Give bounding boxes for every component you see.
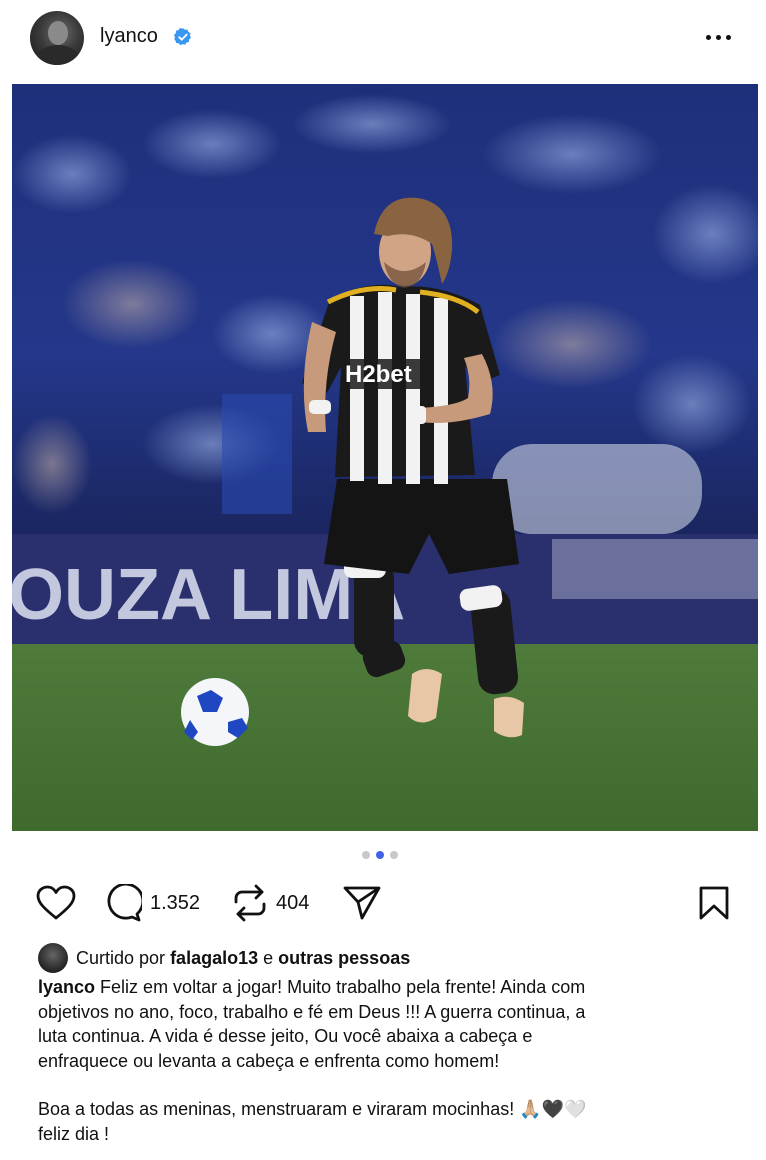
more-horizontal-icon[interactable] <box>706 26 740 48</box>
liked-by-user[interactable]: falagalo13 <box>170 948 258 969</box>
sponsor-text: H2bet <box>345 361 412 388</box>
carousel-dot[interactable] <box>362 851 370 859</box>
liked-by[interactable]: Curtido por falagalo13 e outras pessoas <box>38 943 410 973</box>
caption-line: luta continua. A vida é desse jeito, Ou … <box>38 1026 533 1046</box>
post-header: lyanco <box>0 0 766 78</box>
caption-line: Feliz em voltar a jogar! Muito trabalho … <box>100 977 586 997</box>
heart-icon <box>36 885 76 920</box>
carousel-dots <box>362 851 398 859</box>
caption-author[interactable]: lyanco <box>38 977 95 997</box>
repost-button[interactable]: 404 <box>232 880 309 926</box>
username[interactable]: lyanco <box>100 25 158 48</box>
save-button[interactable] <box>698 880 730 926</box>
comment-icon <box>107 884 142 922</box>
comment-button[interactable]: 1.352 <box>104 880 200 926</box>
caption: lyanco Feliz em voltar a jogar! Muito tr… <box>38 975 718 1146</box>
soccer-player-image: OUZA LIMA Vilma H2bet <box>12 84 758 831</box>
caption-line: objetivos no ano, foco, trabalho e fé em… <box>38 1001 586 1022</box>
post-photo[interactable]: OUZA LIMA Vilma H2bet <box>12 84 758 831</box>
comment-count: 1.352 <box>150 891 201 914</box>
caption-line: feliz dia ! <box>38 1123 110 1144</box>
liker-avatar[interactable] <box>38 943 68 973</box>
liked-by-others[interactable]: outras pessoas <box>278 948 410 969</box>
share-button[interactable] <box>342 880 382 926</box>
like-button[interactable] <box>36 880 76 926</box>
send-icon <box>343 886 381 920</box>
repost-icon <box>234 884 266 922</box>
liked-by-conj: e <box>263 947 274 968</box>
carousel-dot-active[interactable] <box>376 851 384 859</box>
avatar[interactable] <box>30 11 84 65</box>
action-bar: 1.352 404 <box>0 880 766 926</box>
bookmark-icon <box>699 886 729 920</box>
liked-by-prefix: Curtido por <box>76 947 166 968</box>
repost-count: 404 <box>276 891 310 914</box>
carousel-dot[interactable] <box>390 851 398 859</box>
caption-line: enfraquece ou levanta a cabeça e enfrent… <box>38 1050 500 1071</box>
verified-badge-icon <box>173 28 191 46</box>
caption-line: Boa a todas as meninas, menstruaram e vi… <box>38 1099 587 1119</box>
